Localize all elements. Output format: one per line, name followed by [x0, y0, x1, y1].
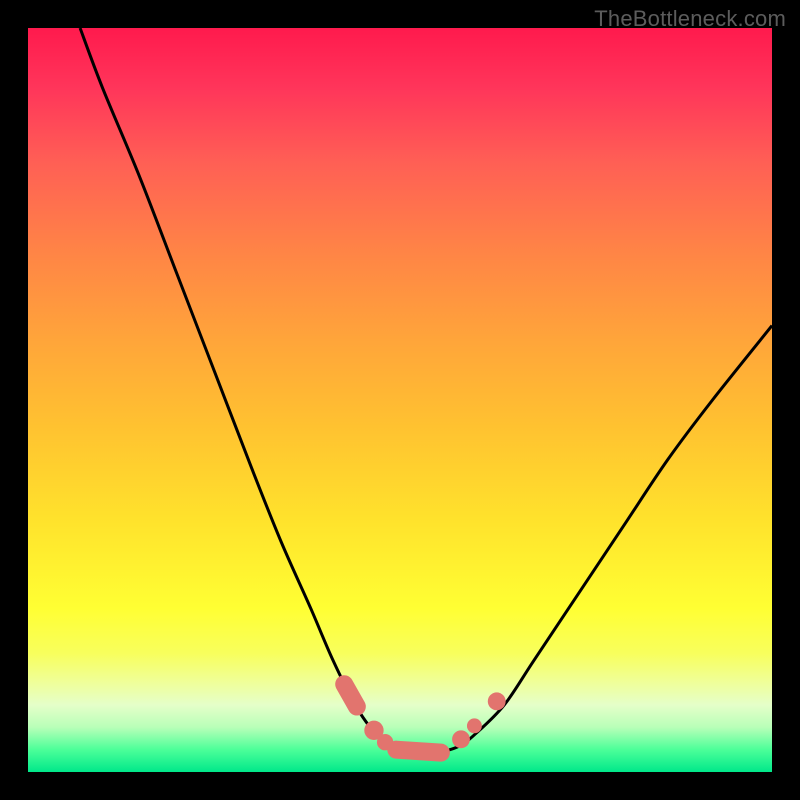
data-point-marker [467, 718, 482, 733]
curve-markers [344, 684, 505, 752]
data-capsule-marker [396, 750, 441, 753]
curve-svg [28, 28, 772, 772]
watermark-text: TheBottleneck.com [594, 6, 786, 32]
data-point-marker [452, 730, 470, 748]
chart-frame: TheBottleneck.com [0, 0, 800, 800]
data-point-marker [488, 692, 506, 710]
plot-area [28, 28, 772, 772]
data-capsule-marker [344, 684, 357, 706]
bottleneck-curve [80, 28, 772, 754]
